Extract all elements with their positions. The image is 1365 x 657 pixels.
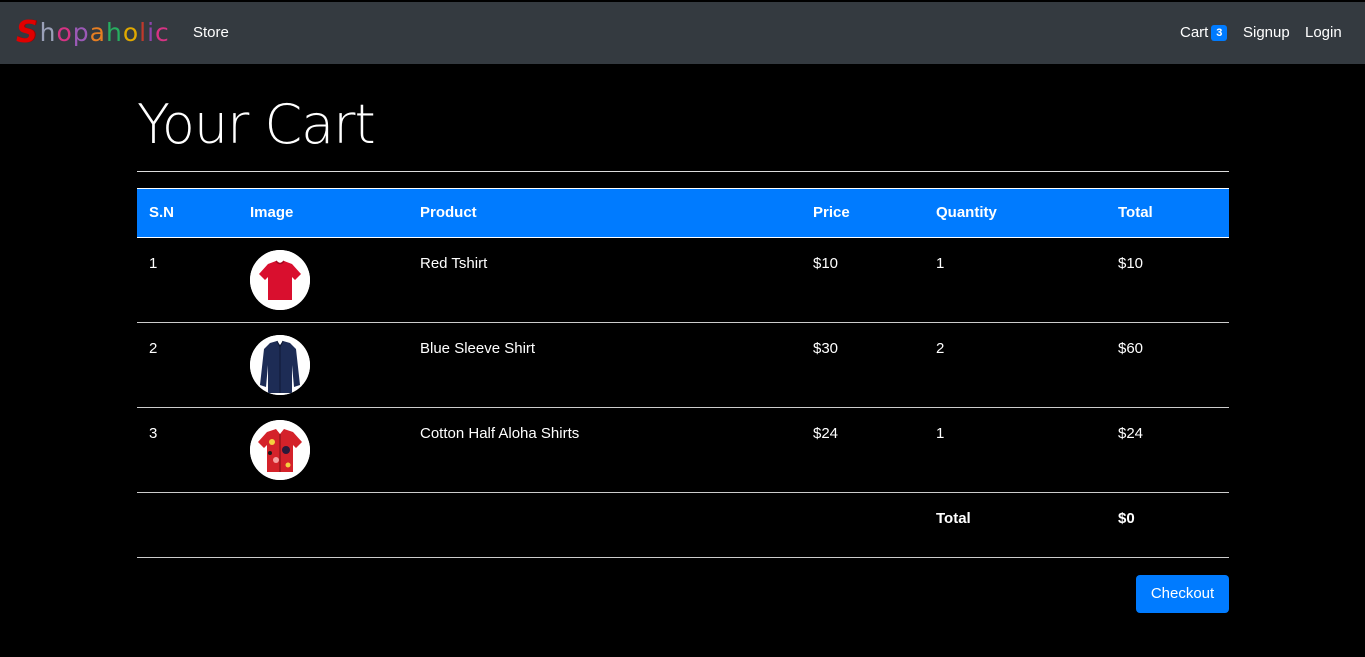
cart-label: Cart <box>1180 24 1209 41</box>
total-row: Total $0 <box>137 493 1229 558</box>
header-total: Total <box>1118 204 1153 221</box>
table-row: 3 Cotton Half Aloha Shirts $24 1 $24 <box>137 408 1229 493</box>
red-tshirt-icon <box>250 250 310 310</box>
row-sn: 1 <box>149 255 158 272</box>
brand-letter: o <box>56 17 73 47</box>
row-sn: 2 <box>149 340 158 357</box>
header-image: Image <box>250 204 294 221</box>
table-row: 2 Blue Sleeve Shirt $30 2 $60 <box>137 323 1229 408</box>
row-price: $30 <box>813 340 839 357</box>
nav-cart-link[interactable]: Cart 3 <box>1180 2 1228 64</box>
nav-login-link[interactable]: Login <box>1305 2 1342 64</box>
nav-signup-link[interactable]: Signup <box>1243 2 1290 64</box>
row-product: Cotton Half Aloha Shirts <box>420 425 580 442</box>
row-product: Blue Sleeve Shirt <box>420 340 536 357</box>
header-sn: S.N <box>149 204 175 221</box>
brand-letter: p <box>72 17 90 47</box>
row-sn: 3 <box>149 425 158 442</box>
header-quantity: Quantity <box>936 204 997 221</box>
table-row: 1 Red Tshirt $10 1 $10 <box>137 238 1229 323</box>
checkout-button[interactable]: Checkout <box>1136 575 1229 613</box>
total-value: $0 <box>1118 510 1135 527</box>
brand-letter: h <box>39 17 57 47</box>
brand-letter: h <box>105 17 123 47</box>
cart-table: S.N Image Product Price Quantity Total 1… <box>137 188 1229 558</box>
brand-letter: c <box>155 17 170 47</box>
row-quantity: 1 <box>936 425 945 442</box>
brand-letter: a <box>89 17 106 47</box>
row-product: Red Tshirt <box>420 255 488 272</box>
row-total: $24 <box>1118 425 1144 442</box>
divider <box>137 171 1229 172</box>
nav-store-link[interactable]: Store <box>193 2 229 64</box>
header-product: Product <box>420 204 477 221</box>
blue-sleeve-shirt-icon <box>250 335 310 395</box>
row-total: $10 <box>1118 255 1144 272</box>
page-title: Your Cart <box>137 93 376 156</box>
row-quantity: 2 <box>936 340 945 357</box>
brand-letter: l <box>139 17 148 47</box>
brand-letter: S <box>16 14 39 50</box>
total-label: Total <box>936 510 971 527</box>
aloha-shirt-icon <box>250 420 310 480</box>
row-price: $10 <box>813 255 839 272</box>
brand-letter: i <box>147 17 156 47</box>
brand-logo[interactable]: Shopaholic <box>16 14 170 50</box>
table-header: S.N Image Product Price Quantity Total <box>137 188 1229 238</box>
row-price: $24 <box>813 425 839 442</box>
brand-letter: o <box>122 17 140 47</box>
header-price: Price <box>813 204 850 221</box>
row-total: $60 <box>1118 340 1144 357</box>
row-quantity: 1 <box>936 255 945 272</box>
top-navbar: Shopaholic Store Cart 3 Signup Login <box>0 2 1365 64</box>
cart-count-badge: 3 <box>1211 25 1228 41</box>
